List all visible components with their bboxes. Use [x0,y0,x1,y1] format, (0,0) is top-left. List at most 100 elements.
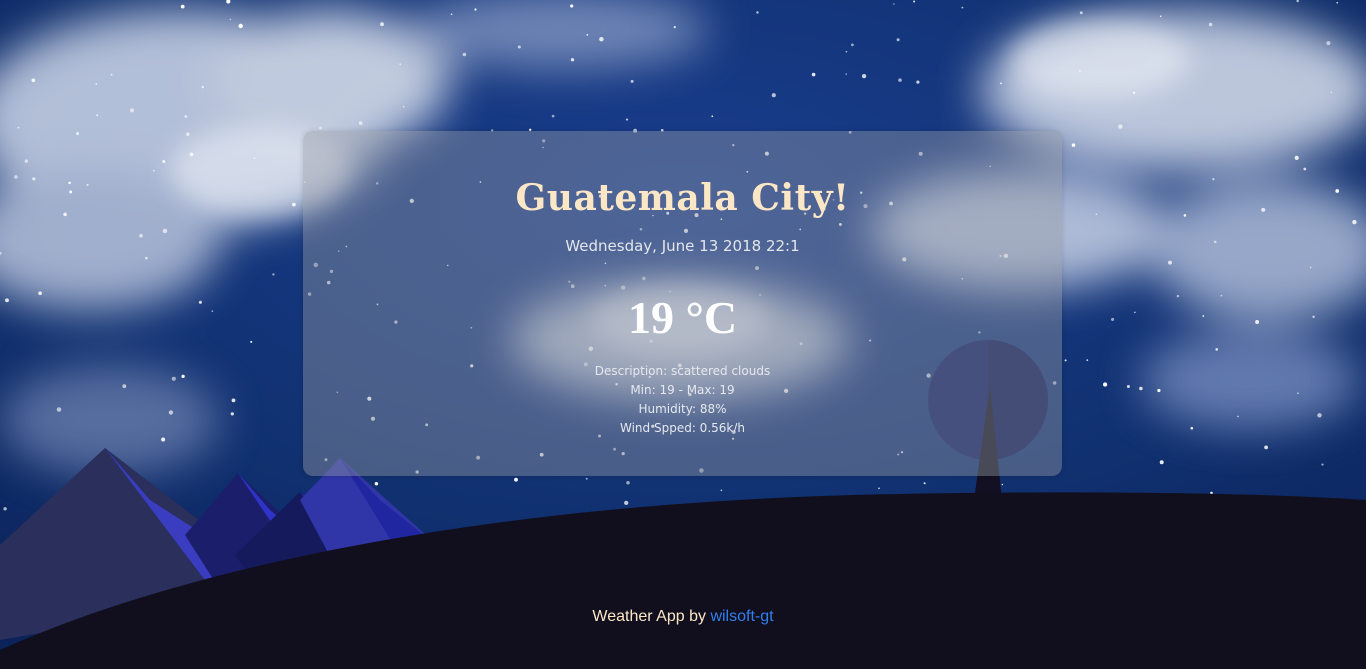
star [189,152,194,157]
star [76,132,80,135]
weather-details: Description: scattered clouds Min: 19 - … [303,362,1062,438]
footer: Weather App by wilsoft-gt [0,608,1366,626]
star [358,121,363,125]
star [961,6,964,9]
star [1159,15,1162,17]
star [673,25,676,29]
star [229,18,232,21]
star [1208,22,1213,27]
author-link[interactable]: wilsoft-gt [710,608,773,625]
star [32,177,36,181]
star [878,487,880,490]
star [1134,311,1136,314]
star [551,114,555,118]
star [626,480,630,485]
star [168,410,174,415]
star [374,481,379,486]
star [1078,70,1081,73]
star [292,202,296,207]
star [630,79,634,83]
star [851,43,854,47]
star [1095,213,1098,216]
star [586,34,589,36]
star [756,11,759,14]
star [211,310,214,312]
star [86,183,89,186]
star [1309,266,1312,269]
star [238,23,243,29]
star [916,80,920,84]
star [625,118,629,121]
star [585,477,588,480]
star [1079,11,1083,15]
humidity-text: Humidity: 88% [638,402,727,416]
star [201,85,204,89]
star [56,407,62,412]
star [1118,124,1123,129]
star [171,376,176,381]
star [913,0,916,3]
star [1261,207,1266,212]
star [1312,315,1315,319]
star [1064,359,1067,362]
star [517,45,521,49]
star [1326,41,1331,46]
star [1157,388,1161,393]
star [1212,178,1215,181]
star [1294,155,1299,161]
star [253,157,256,159]
description-text: Description: scattered clouds [594,364,771,378]
star [14,175,18,179]
star [139,233,143,238]
star [1215,348,1218,351]
star [1190,426,1194,430]
star [811,72,816,77]
star [720,489,723,492]
star [122,384,127,389]
star [272,273,275,276]
star [1132,91,1136,95]
star [1303,167,1307,171]
star [1001,483,1004,486]
star [1176,294,1180,298]
star [3,507,7,511]
star [130,108,134,113]
star [1213,240,1217,244]
star [845,50,848,53]
star [68,181,71,185]
star [711,115,714,118]
star [162,228,168,234]
star [402,106,405,108]
star [1159,460,1164,465]
star [186,132,190,137]
star [1086,359,1089,361]
star [153,169,155,172]
star [893,3,895,5]
star [1297,392,1299,395]
star [570,58,575,62]
star [1237,415,1239,418]
star [898,78,902,82]
star [17,126,20,129]
star [896,38,900,42]
star [250,340,253,343]
star [1352,219,1357,225]
star [1111,317,1115,321]
star [1071,143,1076,147]
star [599,36,604,42]
min-max-text: Min: 19 - Max: 19 [630,383,735,397]
star [96,114,99,117]
star [1321,463,1324,466]
star [474,8,477,11]
star [1183,214,1187,217]
star [1220,294,1223,297]
wind-speed-text: Wind Spped: 0.56k/h [620,421,745,435]
star [570,4,574,8]
star [63,212,67,217]
star [1000,82,1002,85]
star [1126,384,1130,389]
star [514,477,518,482]
star [231,398,236,403]
star [162,160,166,163]
star [319,126,322,130]
